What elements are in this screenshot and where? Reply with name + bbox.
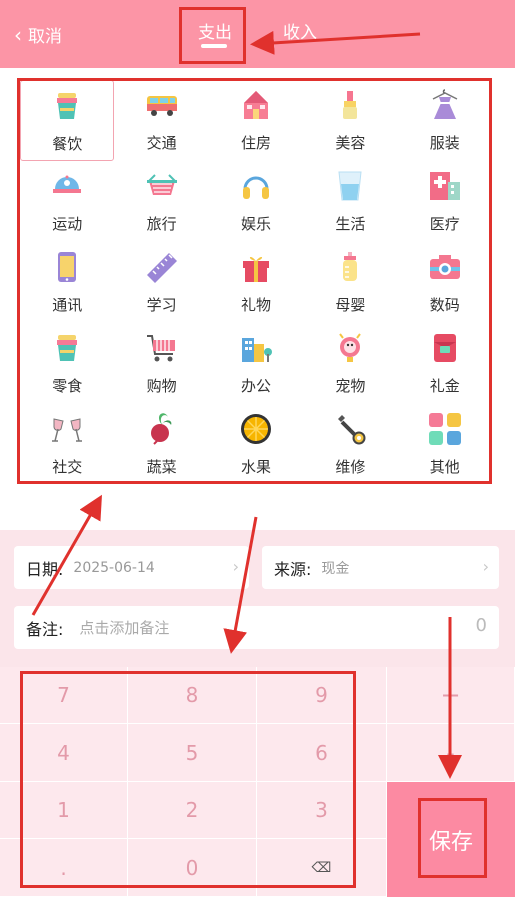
- arrow-to-keypad: [223, 516, 258, 654]
- add-record-screen: ‹ 取消 支出 收入 餐饮 交通 住房 美容 服装 运动 旅行 娱乐 生活 医疗…: [0, 0, 515, 897]
- annotation-arrows: [31, 30, 462, 779]
- arrow-to-tab: [250, 30, 421, 55]
- arrow-to-categories: [31, 494, 102, 616]
